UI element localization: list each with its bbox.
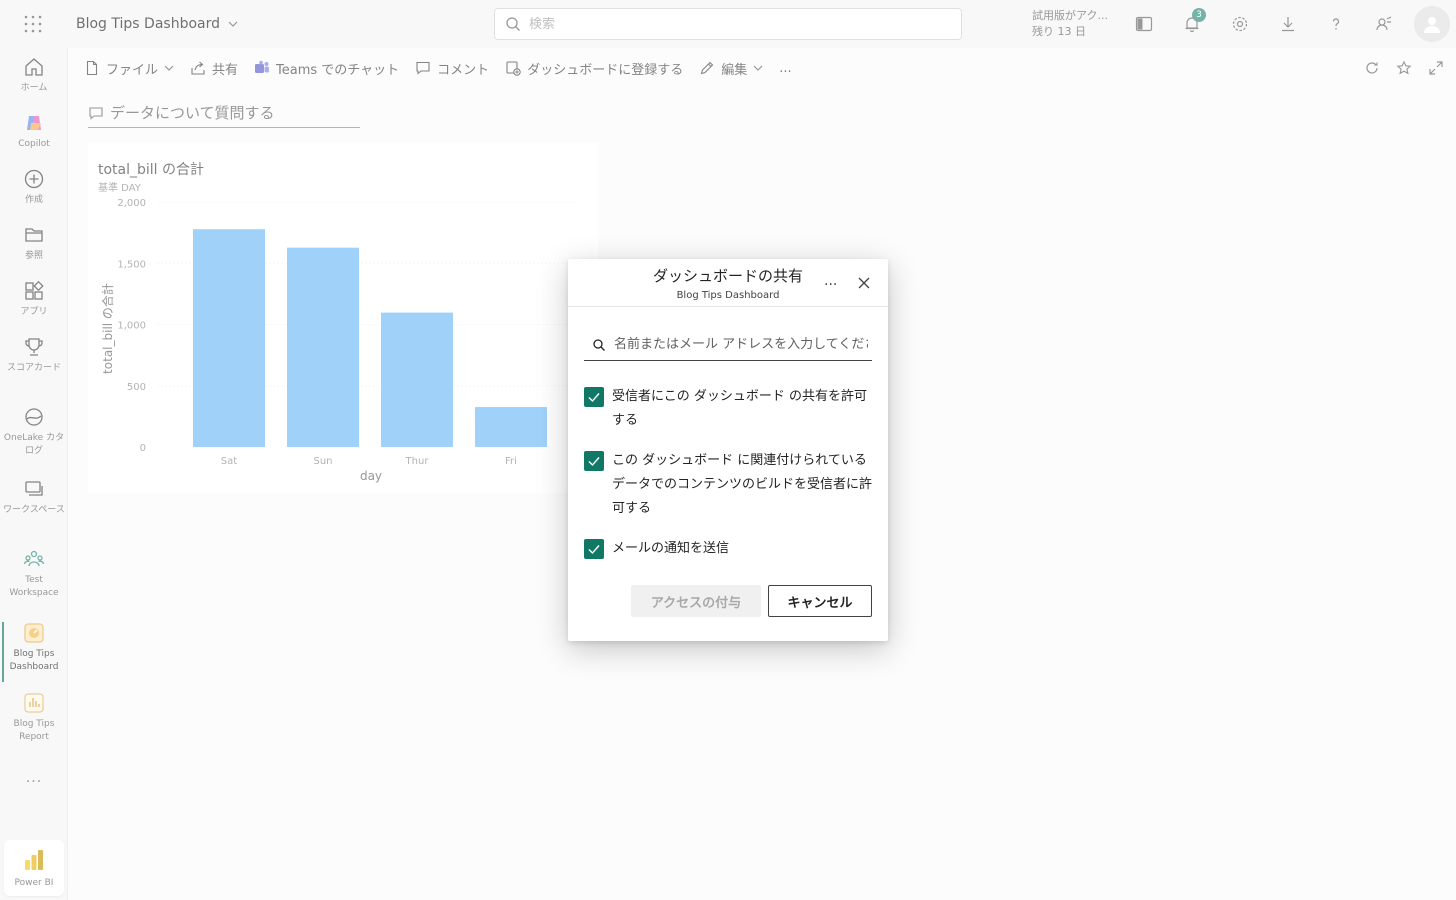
option-label: 受信者にこの ダッシュボード の共有を許可する [612, 389, 868, 428]
modal-overlay: ダッシュボードの共有 Blog Tips Dashboard ... 受信者にこ… [0, 0, 1456, 900]
option-allow-reshare[interactable]: 受信者にこの ダッシュボード の共有を許可する [584, 385, 874, 433]
checkmark-icon [588, 545, 600, 555]
share-dashboard-dialog: ダッシュボードの共有 Blog Tips Dashboard ... 受信者にこ… [568, 259, 888, 641]
close-button[interactable] [854, 273, 874, 293]
search-icon [593, 338, 605, 351]
checkmark-icon [588, 393, 600, 403]
option-label: この ダッシュボード に関連付けられているデータでのコンテンツのビルドを受信者に… [612, 453, 873, 516]
checkbox-allow-build[interactable] [584, 451, 604, 471]
dialog-title: ダッシュボードの共有 [652, 267, 803, 285]
checkmark-icon [588, 457, 600, 467]
close-icon [858, 277, 870, 289]
grant-access-button[interactable]: アクセスの付与 [631, 585, 761, 617]
option-allow-build[interactable]: この ダッシュボード に関連付けられているデータでのコンテンツのビルドを受信者に… [584, 449, 874, 521]
option-send-email[interactable]: メールの通知を送信 [584, 537, 874, 561]
checkbox-send-email[interactable] [584, 539, 604, 559]
dialog-subtitle: Blog Tips Dashboard [676, 290, 780, 301]
cancel-button[interactable]: キャンセル [768, 585, 872, 617]
dialog-more-button[interactable]: ... [824, 273, 837, 289]
dialog-header: ダッシュボードの共有 Blog Tips Dashboard ... [568, 259, 888, 307]
option-label: メールの通知を送信 [612, 541, 730, 556]
recipient-search[interactable] [584, 329, 872, 361]
checkbox-allow-reshare[interactable] [584, 387, 604, 407]
recipient-input[interactable] [614, 337, 868, 352]
